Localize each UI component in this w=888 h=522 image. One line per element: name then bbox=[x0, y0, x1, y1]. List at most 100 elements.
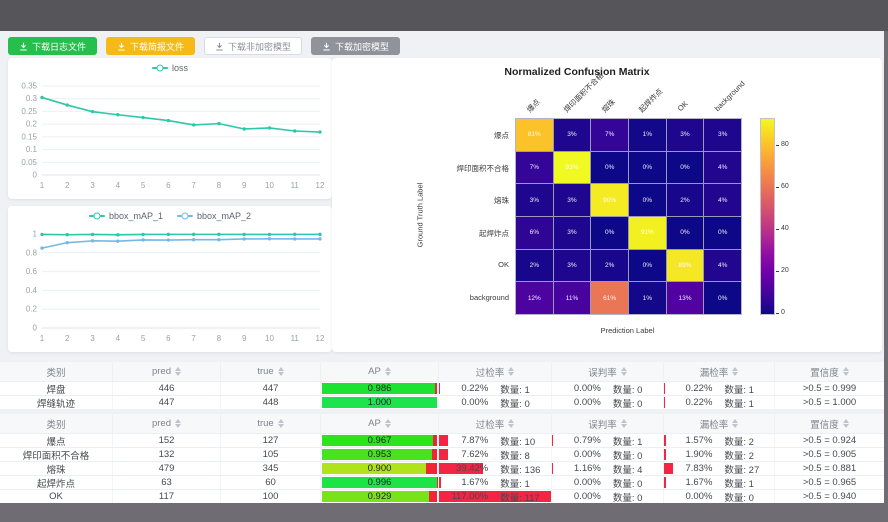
column-header-置信度[interactable]: 置信度 bbox=[774, 414, 884, 433]
rate-percent: 0.00% bbox=[439, 397, 488, 408]
table-row: 起焊炸点63600.9961.67%数量: 10.00%数量: 01.67%数量… bbox=[0, 475, 884, 489]
sort-carets-icon bbox=[385, 419, 391, 428]
svg-text:12: 12 bbox=[316, 181, 325, 190]
rate-percent: 7.62% bbox=[439, 449, 488, 460]
svg-text:5: 5 bbox=[141, 334, 146, 343]
rate-percent: 0.22% bbox=[664, 397, 712, 408]
column-header-误判率[interactable]: 误判率 bbox=[551, 362, 663, 381]
legend-item-bbox_mAP_1[interactable]: bbox_mAP_1 bbox=[89, 211, 163, 221]
sort-desc-icon bbox=[385, 372, 391, 376]
matrix-cell: 1% bbox=[629, 119, 666, 151]
matrix-cell: 2% bbox=[516, 250, 553, 282]
rate-percent: 0.00% bbox=[552, 491, 601, 502]
svg-text:0: 0 bbox=[33, 171, 38, 180]
matrix-cell: 0% bbox=[667, 152, 704, 184]
matrix-cell: 3% bbox=[516, 184, 553, 216]
cell-category: 焊盘 bbox=[0, 382, 112, 395]
matrix-cell: 0% bbox=[704, 217, 741, 249]
svg-text:3: 3 bbox=[90, 181, 95, 190]
sort-asc-icon bbox=[732, 367, 738, 371]
column-header-误判率[interactable]: 误判率 bbox=[551, 414, 663, 433]
column-header-过检率[interactable]: 过检率 bbox=[438, 414, 551, 433]
download-plain-model-button[interactable]: 下载非加密模型 bbox=[204, 37, 302, 55]
matrix-row-label: background bbox=[417, 293, 509, 302]
sort-carets-icon bbox=[621, 367, 627, 376]
rate-count: 数量: 0 bbox=[488, 396, 551, 409]
column-header-label: true bbox=[257, 418, 273, 429]
ap-value: 1.000 bbox=[368, 397, 392, 408]
svg-text:1: 1 bbox=[40, 181, 45, 190]
column-header-true[interactable]: true bbox=[220, 414, 320, 433]
legend-label: loss bbox=[172, 63, 188, 73]
cell-over-rate: 7.62%数量: 8 bbox=[438, 448, 551, 461]
sort-carets-icon bbox=[508, 367, 514, 376]
button-label: 下载日志文件 bbox=[32, 40, 86, 53]
confusion-matrix-title: Normalized Confusion Matrix bbox=[332, 66, 822, 78]
column-header-AP[interactable]: AP bbox=[320, 414, 438, 433]
svg-text:11: 11 bbox=[291, 334, 300, 343]
column-header-true[interactable]: true bbox=[220, 362, 320, 381]
colorbar bbox=[760, 118, 775, 315]
cell-category: 熔珠 bbox=[0, 462, 112, 475]
cell-over-rate: 0.00%数量: 0 bbox=[438, 396, 551, 409]
sort-asc-icon bbox=[508, 367, 514, 371]
download-log-button[interactable]: 下载日志文件 bbox=[8, 37, 97, 55]
legend-label: bbox_mAP_2 bbox=[197, 211, 251, 221]
ap-value: 0.900 bbox=[368, 463, 392, 474]
colorbar-tick: 40 bbox=[781, 225, 789, 232]
rate-count: 数量: 117 bbox=[488, 490, 551, 503]
sort-asc-icon bbox=[175, 419, 181, 423]
legend-marker bbox=[152, 64, 168, 73]
matrix-cell: 3% bbox=[554, 217, 591, 249]
column-header-置信度[interactable]: 置信度 bbox=[774, 362, 884, 381]
map-chart: 00.20.40.60.81123456789101112 bbox=[8, 224, 332, 350]
legend-dot bbox=[93, 213, 100, 220]
cell-miss-rate: 1.57%数量: 2 bbox=[663, 434, 774, 447]
column-header-类别: 类别 bbox=[0, 362, 112, 381]
svg-text:0.2: 0.2 bbox=[26, 120, 38, 129]
rate-percent: 0.22% bbox=[439, 383, 488, 394]
ap-bar-remainder bbox=[433, 435, 437, 446]
matrix-cell: 0% bbox=[591, 217, 628, 249]
legend-item-loss[interactable]: loss bbox=[152, 63, 188, 73]
download-report-button[interactable]: 下载简报文件 bbox=[106, 37, 195, 55]
rate-percent: 39.42% bbox=[439, 463, 488, 474]
matrix-cell: 0% bbox=[629, 250, 666, 282]
sort-asc-icon bbox=[175, 367, 181, 371]
table-row: 焊印面积不合格1321050.9537.62%数量: 80.00%数量: 01.… bbox=[0, 447, 884, 461]
rate-count: 数量: 1 bbox=[712, 396, 774, 409]
table-row: OK1171000.929117.00%数量: 1170.00%数量: 00.0… bbox=[0, 489, 884, 503]
legend-label: bbox_mAP_1 bbox=[109, 211, 163, 221]
cell-over-rate: 117.00%数量: 117 bbox=[438, 490, 551, 503]
sort-carets-icon bbox=[278, 367, 284, 376]
cell-over-rate: 7.87%数量: 10 bbox=[438, 434, 551, 447]
matrix-column-label: OK bbox=[675, 99, 689, 113]
cell-confidence: >0.5 = 0.965 bbox=[774, 476, 884, 489]
svg-text:3: 3 bbox=[90, 334, 95, 343]
column-header-pred[interactable]: pred bbox=[112, 414, 220, 433]
column-header-pred[interactable]: pred bbox=[112, 362, 220, 381]
matrix-cell: 0% bbox=[667, 217, 704, 249]
button-label: 下载加密模型 bbox=[335, 40, 389, 53]
column-header-漏检率[interactable]: 漏检率 bbox=[663, 362, 774, 381]
svg-text:2: 2 bbox=[65, 334, 70, 343]
legend-item-bbox_mAP_2[interactable]: bbox_mAP_2 bbox=[177, 211, 251, 221]
table-row: 熔珠4793450.90039.42%数量: 1361.16%数量: 47.83… bbox=[0, 461, 884, 475]
rate-percent: 0.00% bbox=[552, 477, 601, 488]
column-header-AP[interactable]: AP bbox=[320, 362, 438, 381]
download-encrypted-model-button[interactable]: 下载加密模型 bbox=[311, 37, 400, 55]
svg-text:6: 6 bbox=[166, 181, 171, 190]
matrix-row-label: OK bbox=[417, 260, 509, 269]
column-header-label: AP bbox=[368, 366, 381, 377]
column-header-漏检率[interactable]: 漏检率 bbox=[663, 414, 774, 433]
window-chrome-top bbox=[0, 0, 888, 31]
map-chart-card: bbox_mAP_1bbox_mAP_2 00.20.40.60.8112345… bbox=[8, 206, 332, 352]
column-header-类别: 类别 bbox=[0, 414, 112, 433]
svg-text:4: 4 bbox=[116, 334, 121, 343]
column-header-过检率[interactable]: 过检率 bbox=[438, 362, 551, 381]
matrix-column-label: 熔珠 bbox=[599, 97, 617, 115]
rate-count: 数量: 10 bbox=[488, 434, 551, 447]
svg-text:1: 1 bbox=[40, 334, 45, 343]
matrix-cell: 2% bbox=[591, 250, 628, 282]
rate-percent: 1.67% bbox=[664, 477, 712, 488]
